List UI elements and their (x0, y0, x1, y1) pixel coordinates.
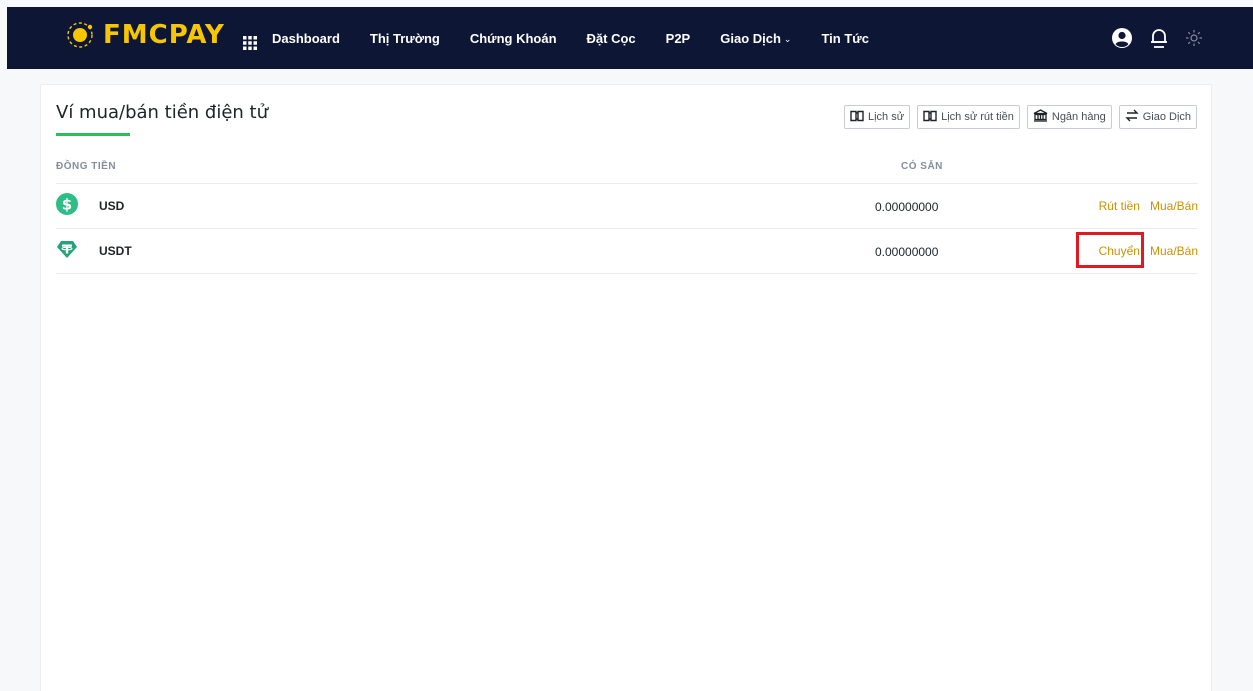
bank-button[interactable]: Ngân hàng (1026, 105, 1112, 129)
nav-dashboard[interactable]: Dashboard (272, 31, 340, 46)
sun-icon[interactable] (1185, 29, 1203, 47)
column-header-coin: ĐỒNG TIỀN (56, 161, 117, 172)
svg-text:$: $ (62, 196, 72, 214)
withdraw-history-button[interactable]: Lịch sử rút tiền (917, 105, 1020, 129)
coin-available: 0.00000000 (875, 245, 939, 259)
wallet-table: ĐỒNG TIỀN CÓ SẴN $ USD 0.00000000 Rút ti… (56, 155, 1198, 274)
dollar-icon: $ (56, 193, 78, 215)
history-label: Lịch sử (867, 111, 905, 123)
book-icon (923, 110, 937, 125)
coin-name: USD (99, 199, 125, 213)
nav-chung-khoan[interactable]: Chứng Khoán (470, 31, 557, 46)
wallet-actions: Lịch sử Lịch sử rút tiền Ngân hàng Giao … (843, 105, 1197, 129)
apps-grid-icon[interactable] (242, 35, 258, 56)
trade-label: Giao Dịch (1142, 111, 1191, 123)
swap-icon (1125, 109, 1139, 125)
brand-name: FMCPAY (103, 20, 225, 50)
brand-logo[interactable]: FMCPAY (65, 20, 225, 50)
withdraw-history-label: Lịch sử rút tiền (941, 111, 1014, 123)
highlight-box (1076, 232, 1144, 268)
bank-label: Ngân hàng (1051, 111, 1106, 123)
trade-button[interactable]: Giao Dịch (1118, 105, 1197, 129)
book-icon (850, 110, 864, 125)
nav-thi-truong[interactable]: Thị Trường (370, 31, 440, 46)
main-nav: Dashboard Thị Trường Chứng Khoán Đặt Cọc… (272, 7, 869, 69)
buy-sell-link[interactable]: Mua/Bán (1150, 199, 1198, 213)
coin-name: USDT (99, 244, 132, 258)
tether-icon (56, 238, 78, 260)
nav-giao-dich[interactable]: Giao Dịch ⌄ (720, 31, 791, 46)
history-button[interactable]: Lịch sử (843, 105, 911, 129)
buy-sell-link[interactable]: Mua/Bán (1150, 244, 1198, 258)
logo-mark-icon (65, 20, 95, 50)
nav-giao-dich-label: Giao Dịch (720, 30, 781, 46)
table-row: USDT 0.00000000 Chuyển Mua/Bán (56, 229, 1198, 274)
top-navbar: FMCPAY Dashboard Thị Trường Chứng Khoán … (7, 7, 1253, 69)
table-row: $ USD 0.00000000 Rút tiền Mua/Bán (56, 184, 1198, 229)
table-header: ĐỒNG TIỀN CÓ SẴN (56, 155, 1198, 184)
nav-p2p[interactable]: P2P (666, 31, 691, 46)
wallet-card: Ví mua/bán tiền điện tử Lịch sử Lịch sử … (40, 84, 1212, 691)
nav-tin-tuc[interactable]: Tin Tức (821, 31, 868, 46)
bank-icon (1033, 109, 1048, 125)
coin-available: 0.00000000 (875, 200, 939, 214)
nav-right-icons (1111, 7, 1203, 69)
column-header-available: CÓ SẴN (901, 161, 943, 172)
row-actions: Rút tiền Mua/Bán (1099, 199, 1198, 213)
bell-icon[interactable] (1149, 27, 1169, 49)
withdraw-link[interactable]: Rút tiền (1099, 199, 1140, 213)
user-icon[interactable] (1111, 27, 1133, 49)
title-underline (56, 133, 130, 136)
page-title: Ví mua/bán tiền điện tử (56, 102, 269, 123)
chevron-down-icon: ⌄ (783, 33, 792, 44)
nav-dat-coc[interactable]: Đặt Cọc (587, 31, 636, 46)
